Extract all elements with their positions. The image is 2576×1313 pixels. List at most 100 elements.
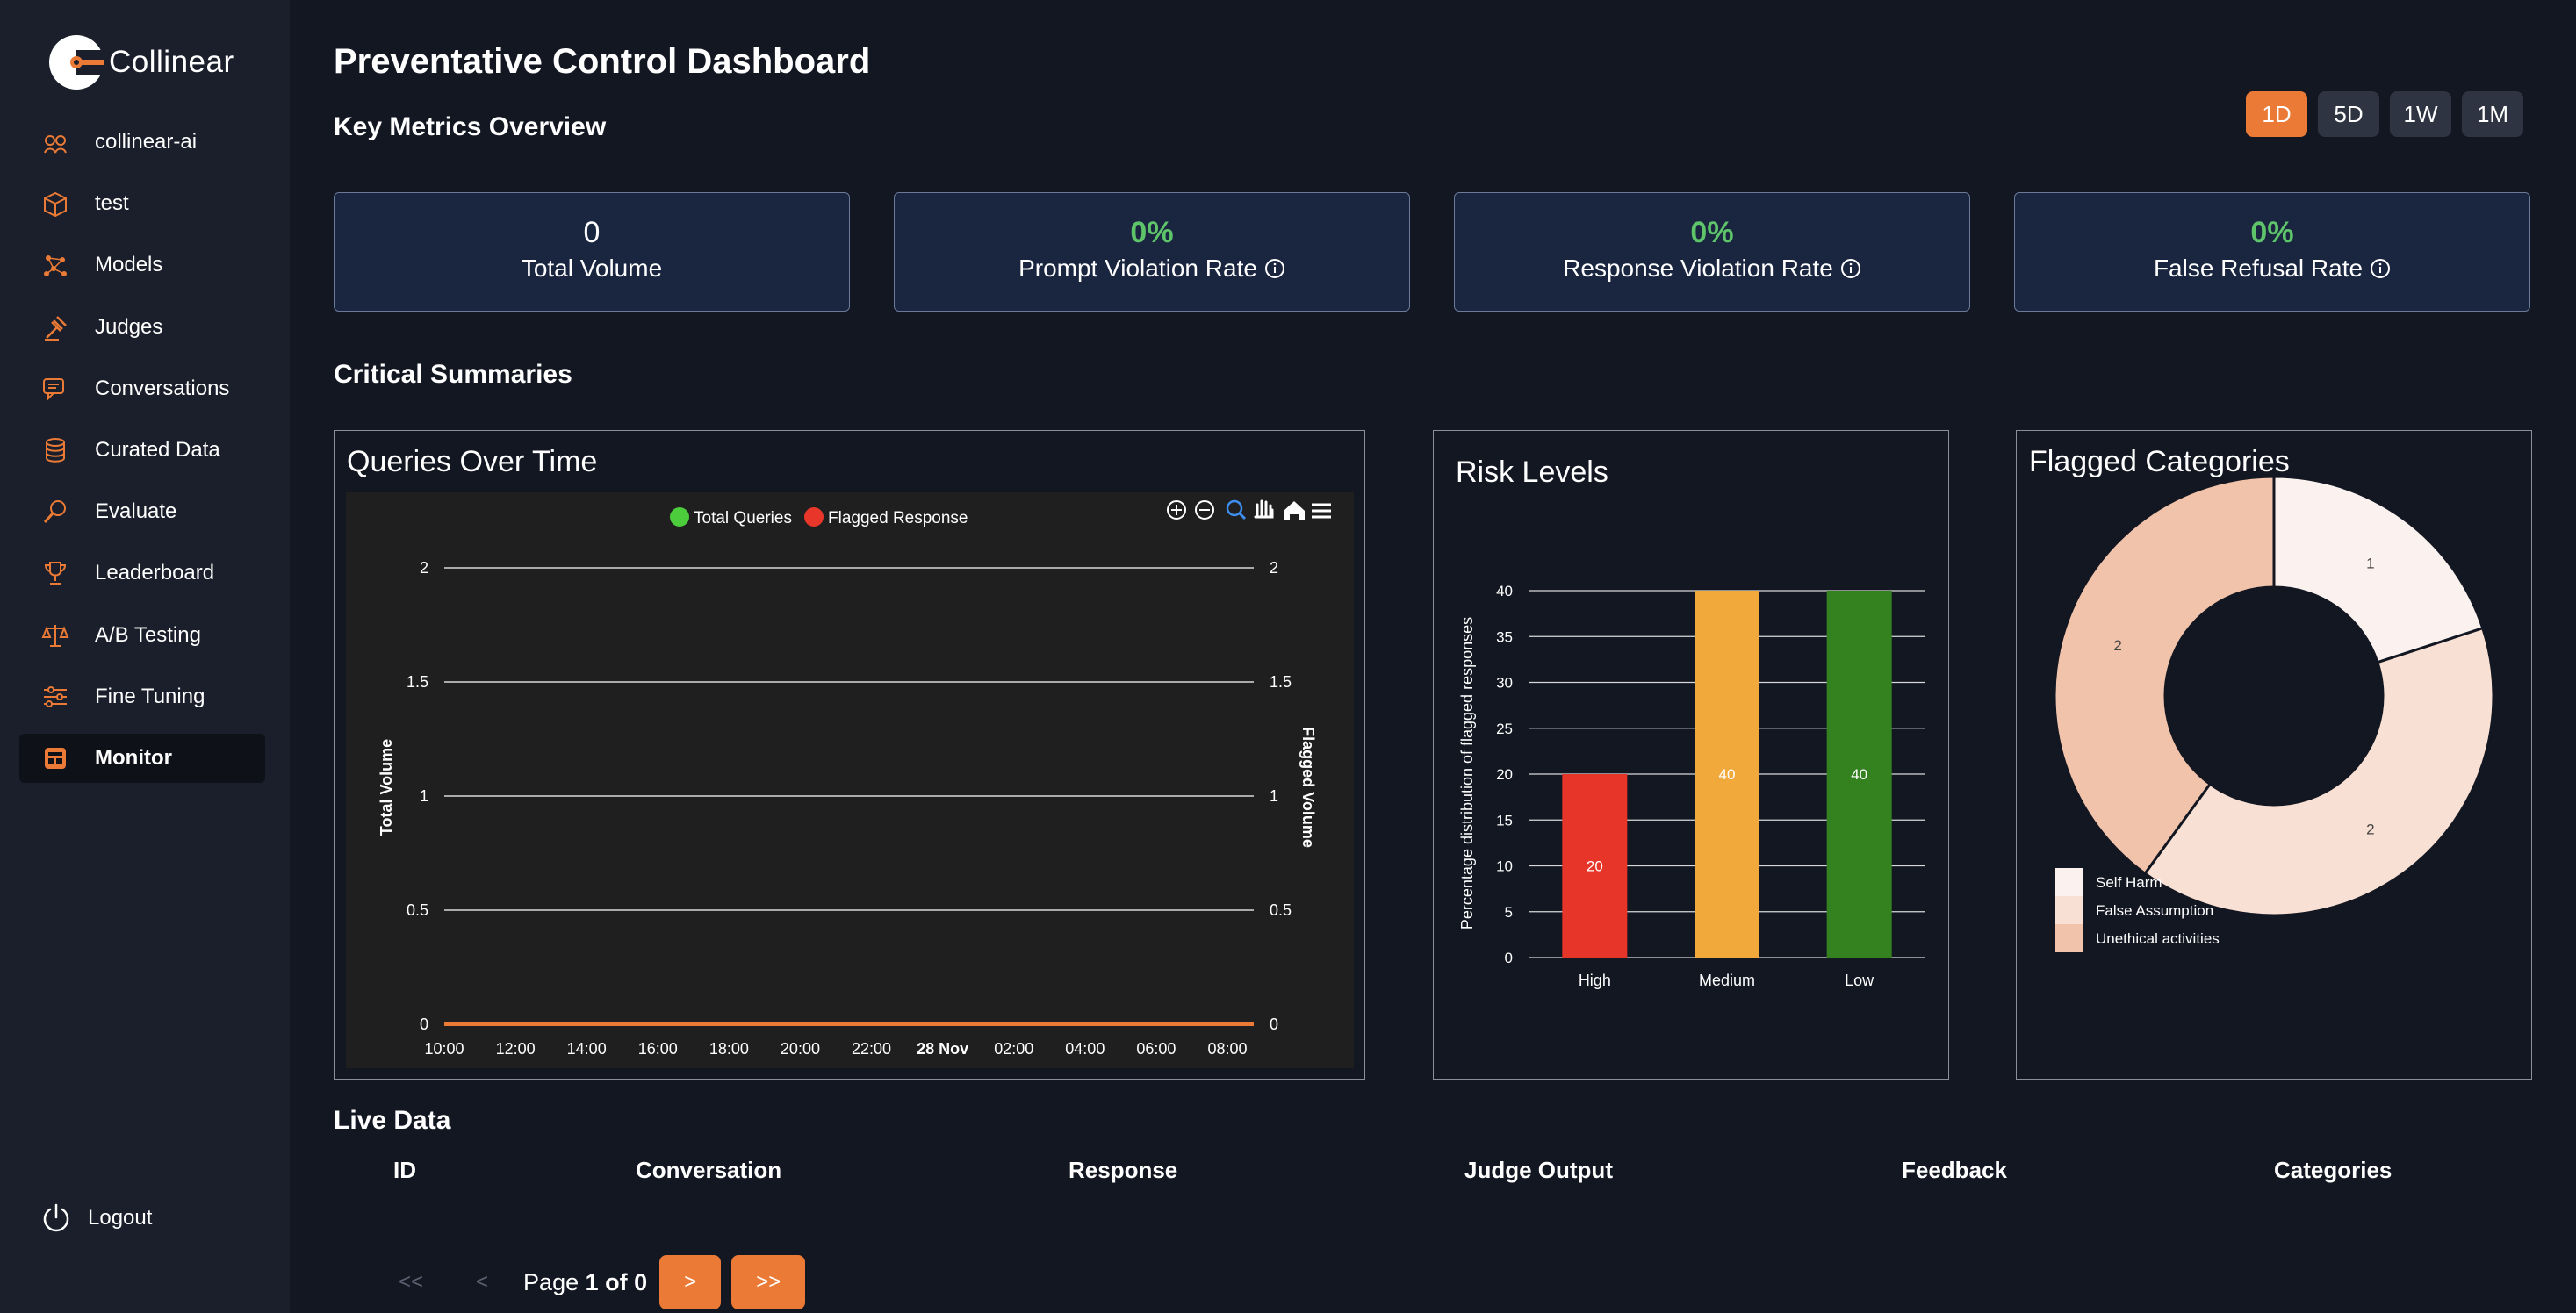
last-page-button[interactable]: >>: [731, 1255, 806, 1309]
column-header-feedback[interactable]: Feedback: [1902, 1157, 2007, 1184]
range-button-1m[interactable]: 1M: [2462, 91, 2523, 137]
sidebar: Collinear collinear-ai test Models Judges Co…: [0, 0, 290, 1313]
brand-name: Collinear: [109, 45, 234, 79]
y-tick-label: 0: [420, 1015, 428, 1033]
sidebar-item-test[interactable]: test: [19, 179, 265, 228]
brand-logo[interactable]: Collinear: [49, 35, 234, 90]
column-header-categories[interactable]: Categories: [2274, 1157, 2392, 1184]
sidebar-nav: collinear-ai test Models Judges Conversation…: [19, 118, 265, 795]
y-tick-label: 1.5: [407, 673, 428, 691]
y-axis-title: Total Volume: [378, 739, 395, 836]
gavel-icon: [40, 312, 70, 342]
metric-card-false-refusal-rate: 0% False Refusal Rate: [2014, 192, 2530, 312]
y-tick-label: 5: [1505, 904, 1513, 921]
risk-levels-chart[interactable]: 0 5 10 15 20 25 30 35 40 20 High 40 Medium 40 Low Perce…: [1434, 554, 1948, 1045]
pagination: << < Page 1 of 0 > >>: [386, 1255, 806, 1309]
y-tick-label: 15: [1496, 812, 1513, 829]
x-tick-label: 02:00: [994, 1040, 1033, 1058]
metric-label: False Refusal Rate: [2153, 255, 2364, 282]
legend-label: Unethical activities: [2096, 930, 2220, 947]
sidebar-item-a-b-testing[interactable]: A/B Testing: [19, 611, 265, 660]
metric-value: 0%: [1690, 216, 1734, 249]
sidebar-item-label: Conversations: [95, 376, 230, 400]
x-tick-label: Low: [1845, 972, 1874, 989]
range-button-1w[interactable]: 1W: [2390, 91, 2451, 137]
cube-icon: [40, 189, 70, 219]
y2-axis-title: Flagged Volume: [1299, 727, 1317, 848]
prev-page-button[interactable]: <: [476, 1270, 488, 1295]
sidebar-item-curated-data[interactable]: Curated Data: [19, 426, 265, 475]
sidebar-item-label: Curated Data: [95, 437, 220, 462]
y-tick-label: 0: [1505, 950, 1513, 966]
metric-value: 0%: [2250, 216, 2294, 249]
flagged-categories-chart[interactable]: 1 2 2 Self Harm False Assumption Unethical ac…: [2017, 475, 2531, 1019]
power-icon: [43, 1203, 69, 1232]
sidebar-item-label: Judges: [95, 314, 163, 339]
y-tick-label: 40: [1496, 583, 1513, 599]
slice-value-label: 2: [2366, 821, 2374, 837]
y2-tick-label: 0.5: [1270, 901, 1292, 919]
metric-label: Prompt Violation Rate: [1018, 255, 1257, 282]
flagged-categories-panel: Flagged Categories 1 2 2 Self Harm False Ass…: [2016, 430, 2532, 1080]
y2-tick-label: 2: [1270, 559, 1278, 577]
critical-summaries-title: Critical Summaries: [334, 360, 572, 389]
sidebar-item-label: test: [95, 191, 129, 216]
sidebar-item-monitor[interactable]: Monitor: [19, 733, 265, 783]
range-button-1d[interactable]: 1D: [2246, 91, 2307, 137]
y-tick-label: 25: [1496, 721, 1513, 737]
metric-card-response-violation-rate: 0% Response Violation Rate: [1454, 192, 1970, 312]
legend-label: Flagged Response: [828, 509, 968, 527]
sidebar-item-models[interactable]: Models: [19, 240, 265, 290]
column-header-response[interactable]: Response: [1069, 1157, 1177, 1184]
y2-tick-label: 1.5: [1270, 673, 1292, 691]
info-icon[interactable]: [1840, 258, 1861, 279]
first-page-button[interactable]: <<: [399, 1270, 423, 1295]
y2-tick-label: 0: [1270, 1015, 1278, 1033]
range-button-5d[interactable]: 5D: [2318, 91, 2379, 137]
sidebar-item-evaluate[interactable]: Evaluate: [19, 487, 265, 536]
legend-swatch: [2055, 896, 2083, 924]
sidebar-item-fine-tuning[interactable]: Fine Tuning: [19, 672, 265, 721]
sidebar-item-leaderboard[interactable]: Leaderboard: [19, 549, 265, 598]
plot-background: [346, 492, 1354, 1068]
slice-self-harm[interactable]: [2272, 475, 2485, 664]
chat-icon: [40, 374, 70, 404]
metric-card-prompt-violation-rate: 0% Prompt Violation Rate: [894, 192, 1410, 312]
database-icon: [40, 435, 70, 465]
column-header-conversation[interactable]: Conversation: [636, 1157, 781, 1184]
chart-title: Risk Levels: [1456, 456, 1608, 489]
sidebar-item-label: Fine Tuning: [95, 684, 205, 708]
sliders-icon: [40, 682, 70, 712]
y-tick-label: 20: [1496, 766, 1513, 783]
x-tick-label: 04:00: [1065, 1040, 1105, 1058]
queries-over-time-chart[interactable]: 0 0 0.5 0.5 1 1 1.5 1.5 2 2 10:00 12:00 14:00 16:00 18…: [346, 492, 1354, 1068]
time-range-selector: 1D 5D 1W 1M: [2246, 91, 2523, 137]
chart-title: Queries Over Time: [347, 445, 598, 478]
x-tick-label: 18:00: [709, 1040, 749, 1058]
page-title: Preventative Control Dashboard: [334, 42, 871, 81]
x-tick-label: 28 Nov: [917, 1040, 968, 1058]
sidebar-item-judges[interactable]: Judges: [19, 303, 265, 352]
metric-card-total-volume: 0 Total Volume: [334, 192, 850, 312]
info-icon[interactable]: [2370, 258, 2391, 279]
bar-value-label: 40: [1851, 766, 1867, 783]
legend-swatch: [2055, 868, 2083, 896]
collinear-logo-icon: [49, 35, 105, 90]
y-tick-label: 10: [1496, 858, 1513, 875]
metric-label: Total Volume: [521, 255, 663, 282]
key-metrics-title: Key Metrics Overview: [334, 112, 607, 141]
live-data-title: Live Data: [334, 1106, 451, 1135]
column-header-judge-output[interactable]: Judge Output: [1464, 1157, 1613, 1184]
queries-over-time-panel: Queries Over Time 0 0 0.5 0.5 1 1 1.5 1.5 2 2 10:0…: [334, 430, 1365, 1080]
info-icon[interactable]: [1264, 258, 1285, 279]
x-tick-label: Medium: [1699, 972, 1755, 989]
logout-button[interactable]: Logout: [40, 1202, 152, 1234]
metric-label: Response Violation Rate: [1563, 255, 1833, 282]
sidebar-item-conversations[interactable]: Conversations: [19, 364, 265, 413]
next-page-button[interactable]: >: [659, 1255, 722, 1309]
x-tick-label: High: [1579, 972, 1611, 989]
sidebar-item-label: A/B Testing: [95, 622, 201, 647]
sidebar-item-collinear-ai[interactable]: collinear-ai: [19, 118, 265, 167]
column-header-id[interactable]: ID: [393, 1157, 416, 1184]
slice-value-label: 1: [2366, 556, 2374, 572]
